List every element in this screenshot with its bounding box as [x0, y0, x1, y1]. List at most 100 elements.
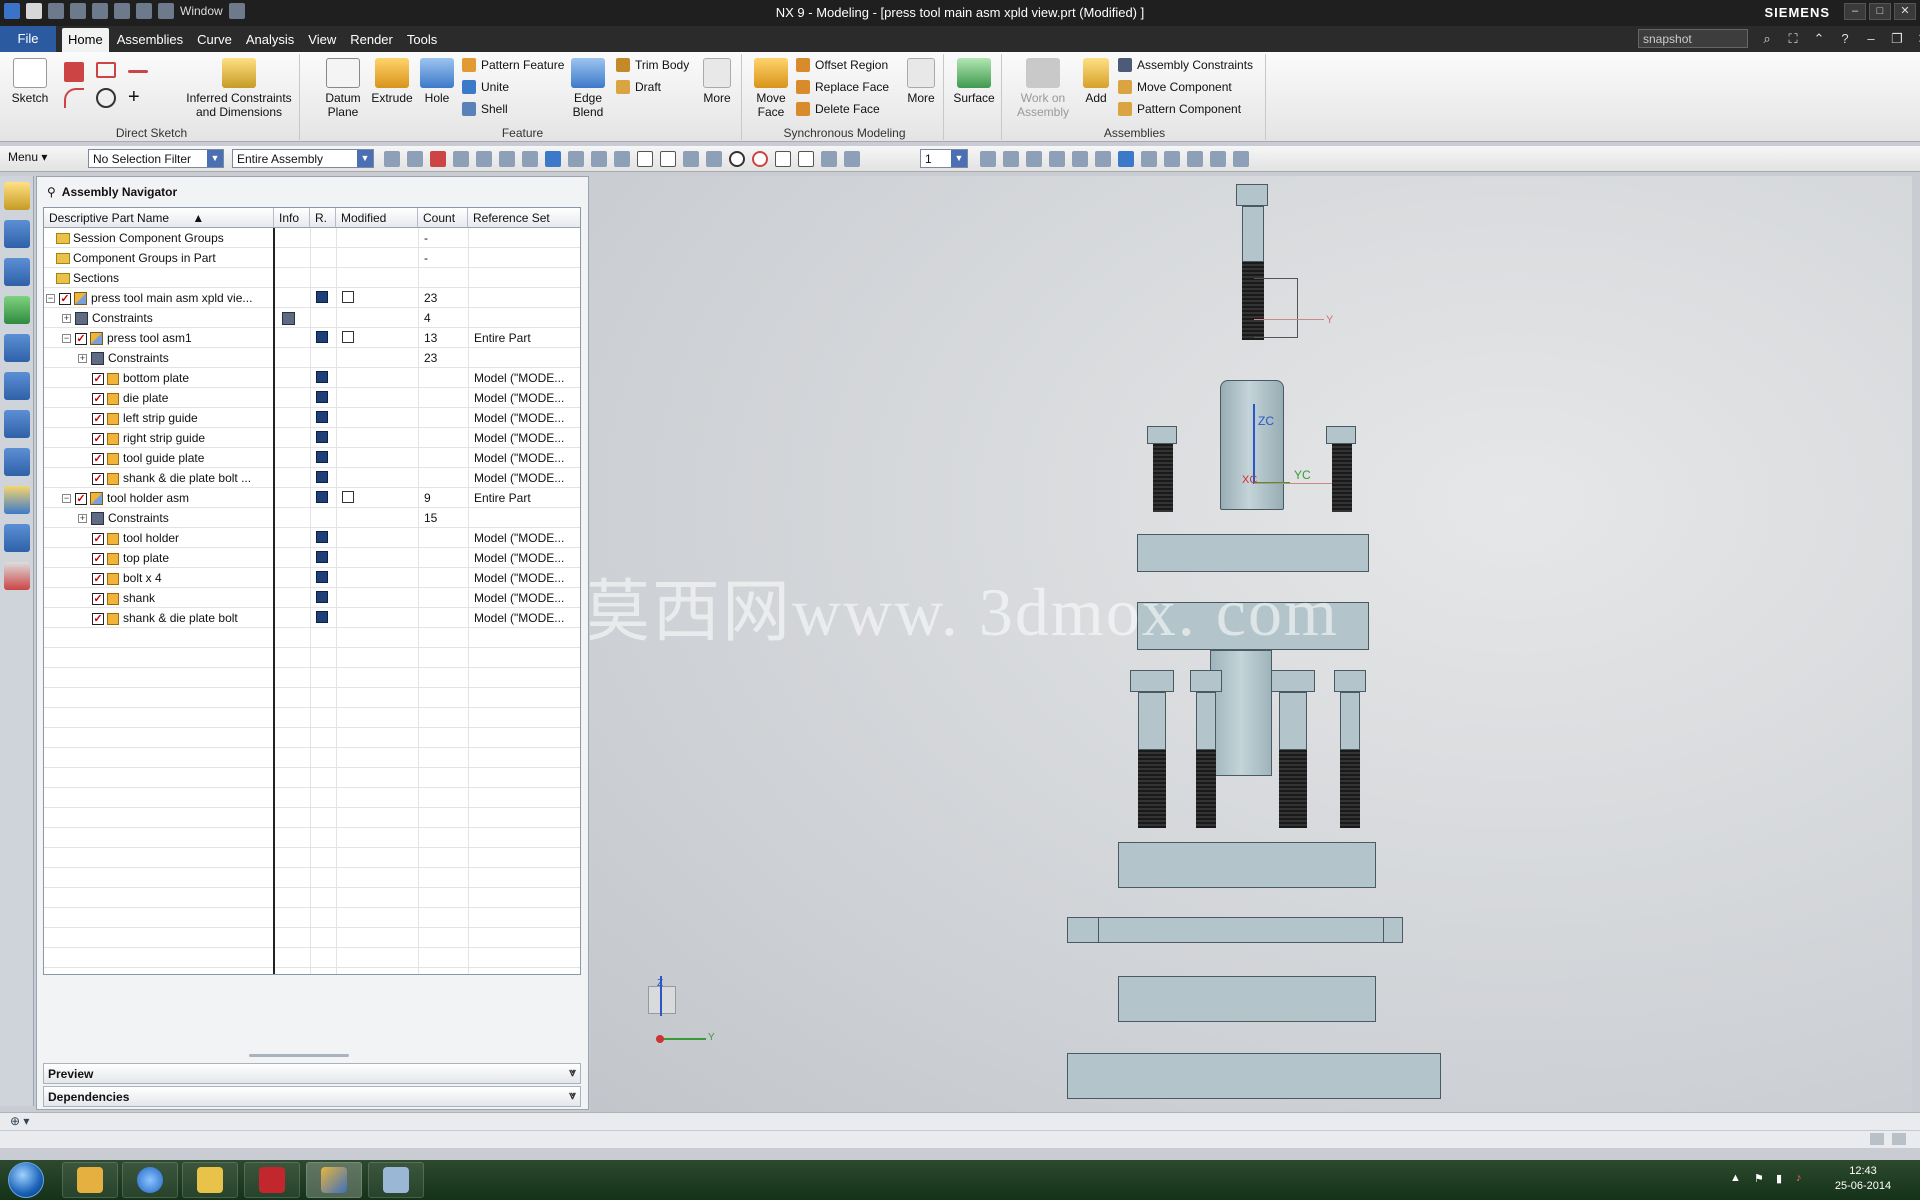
search-icon[interactable]: ⌕	[1758, 30, 1776, 48]
column-header-info[interactable]: Info	[274, 208, 310, 228]
quadrant-snap-icon[interactable]	[752, 151, 768, 167]
tree-row[interactable]: ✓ top plate Model ("MODE...	[44, 548, 580, 568]
tab-analysis[interactable]: Analysis	[240, 28, 300, 52]
circle-icon[interactable]	[96, 88, 116, 108]
expand-icon[interactable]: +	[62, 314, 71, 324]
tab-tools[interactable]: Tools	[401, 28, 443, 52]
move-face-button[interactable]: Move Face	[750, 58, 792, 119]
tab-curve[interactable]: Curve	[191, 28, 238, 52]
tree-row[interactable]: ✓ right strip guide Model ("MODE...	[44, 428, 580, 448]
taskbar-app-pdf[interactable]	[244, 1162, 300, 1198]
tree-row[interactable]: Component Groups in Part -	[44, 248, 580, 268]
bolt-x4-part[interactable]	[1271, 670, 1319, 830]
arc-icon[interactable]	[64, 88, 84, 108]
visibility-checkbox[interactable]: ✓	[92, 572, 104, 585]
collapse-icon[interactable]: −	[62, 494, 71, 504]
taskbar-app-folders[interactable]	[182, 1162, 238, 1198]
close-button[interactable]: ✕	[1894, 3, 1916, 20]
taskbar-app-explorer[interactable]	[62, 1162, 118, 1198]
midpoint-snap-icon[interactable]	[660, 151, 676, 167]
graphics-window[interactable]: Y ZC YC XC Y	[590, 176, 1912, 1112]
tree-row[interactable]: ✓ shank Model ("MODE...	[44, 588, 580, 608]
tab-home[interactable]: Home	[62, 28, 109, 52]
start-button[interactable]	[8, 1162, 44, 1198]
visibility-checkbox[interactable]: ✓	[92, 452, 104, 465]
bottom-plate-part[interactable]	[1067, 1053, 1441, 1099]
tree-row[interactable]: − ✓ press tool main asm xpld vie... 23	[44, 288, 580, 308]
line-icon[interactable]	[128, 70, 148, 73]
layers-icon[interactable]	[1187, 151, 1203, 167]
preview-section[interactable]: Preview ⩔	[43, 1063, 581, 1084]
rectangle-icon[interactable]	[96, 62, 116, 78]
part-navigator-tab-icon[interactable]	[4, 258, 30, 286]
network-icon[interactable]: ▮	[1776, 1172, 1782, 1185]
shell-button[interactable]: Shell	[462, 102, 508, 116]
deselect-icon[interactable]	[453, 151, 469, 167]
strip-guides-part[interactable]	[1067, 917, 1403, 943]
trim-body-button[interactable]: Trim Body	[616, 58, 689, 72]
tree-row[interactable]: − ✓ tool holder asm 9 Entire Part	[44, 488, 580, 508]
guide-pin-part[interactable]	[1190, 670, 1224, 830]
column-header-modified[interactable]: Modified	[336, 208, 418, 228]
visibility-checkbox[interactable]: ✓	[92, 552, 104, 565]
taskbar-app-nx[interactable]	[306, 1162, 362, 1198]
selection-filter-select[interactable]: No Selection Filter ▼	[88, 149, 224, 168]
roles-tab-icon[interactable]	[4, 524, 30, 552]
sync-more-button[interactable]: More	[902, 58, 940, 105]
taskbar-app-ie[interactable]	[122, 1162, 178, 1198]
tree-row[interactable]: ✓ bolt x 4 Model ("MODE...	[44, 568, 580, 588]
pattern-component-button[interactable]: Pattern Component	[1118, 102, 1241, 116]
delete-face-button[interactable]: Delete Face	[796, 102, 880, 116]
point-snap-icon[interactable]	[775, 151, 791, 167]
tab-assemblies[interactable]: Assemblies	[111, 28, 189, 52]
show-hide-icon[interactable]	[1210, 151, 1226, 167]
help-icon[interactable]: ?	[1836, 30, 1854, 48]
process-studio-tab-icon[interactable]	[4, 448, 30, 476]
face-selection-icon[interactable]	[591, 151, 607, 167]
command-finder-input[interactable]: snapshot	[1638, 29, 1748, 48]
visibility-checkbox[interactable]: ✓	[92, 392, 104, 405]
tree-row[interactable]: ✓ tool holder Model ("MODE...	[44, 528, 580, 548]
web-browser-tab-icon[interactable]	[4, 372, 30, 400]
body-selection-icon[interactable]	[545, 151, 561, 167]
assembly-constraints-button[interactable]: Assembly Constraints	[1118, 58, 1253, 72]
system-scenes-tab-icon[interactable]	[4, 562, 30, 590]
visibility-checkbox[interactable]: ✓	[92, 532, 104, 545]
status-panel-icon[interactable]	[1870, 1133, 1884, 1145]
general-selection-icon[interactable]	[384, 151, 400, 167]
bookmark-icon[interactable]	[844, 151, 860, 167]
expand-icon[interactable]: +	[78, 514, 87, 524]
visibility-checkbox[interactable]: ✓	[92, 432, 104, 445]
reuse-library-tab-icon[interactable]	[4, 296, 30, 324]
constraint-info-icon[interactable]	[282, 312, 295, 326]
offset-region-button[interactable]: Offset Region	[796, 58, 888, 72]
clock[interactable]: 12:43 25-06-2014	[1828, 1164, 1898, 1194]
feature-selection-icon[interactable]	[522, 151, 538, 167]
tray-expand-icon[interactable]: ▲	[1730, 1172, 1741, 1184]
bolt-part[interactable]	[1326, 426, 1358, 514]
collapse-icon[interactable]: −	[62, 334, 71, 344]
book-icon[interactable]	[614, 151, 630, 167]
column-header-read-only[interactable]: R.	[310, 208, 336, 228]
tree-row[interactable]: ✓ die plate Model ("MODE...	[44, 388, 580, 408]
preferences-icon[interactable]	[1233, 151, 1249, 167]
expand-icon[interactable]: +	[78, 354, 87, 364]
column-header-part-name[interactable]: Descriptive Part Name ▲	[44, 208, 274, 228]
zoom-icon[interactable]	[1003, 151, 1019, 167]
visibility-checkbox[interactable]: ✓	[59, 292, 71, 305]
profile-icon[interactable]	[64, 62, 84, 82]
feature-more-button[interactable]: More	[698, 58, 736, 105]
fit-icon[interactable]	[980, 151, 996, 167]
menu-button[interactable]: Menu ▾	[8, 150, 47, 164]
intersection-snap-icon[interactable]	[706, 151, 722, 167]
hd3d-tools-tab-icon[interactable]	[4, 334, 30, 362]
tree-row[interactable]: Sections	[44, 268, 580, 288]
surface-button[interactable]: Surface	[952, 58, 996, 105]
tree-row[interactable]: ✓ bottom plate Model ("MODE...	[44, 368, 580, 388]
add-component-button[interactable]: Add	[1078, 58, 1114, 105]
tab-view[interactable]: View	[302, 28, 342, 52]
doc-minimize-icon[interactable]: –	[1862, 30, 1880, 48]
tangent-snap-icon[interactable]	[798, 151, 814, 167]
dependencies-section[interactable]: Dependencies ⩔	[43, 1086, 581, 1107]
bolt-x4-part[interactable]	[1334, 670, 1368, 830]
